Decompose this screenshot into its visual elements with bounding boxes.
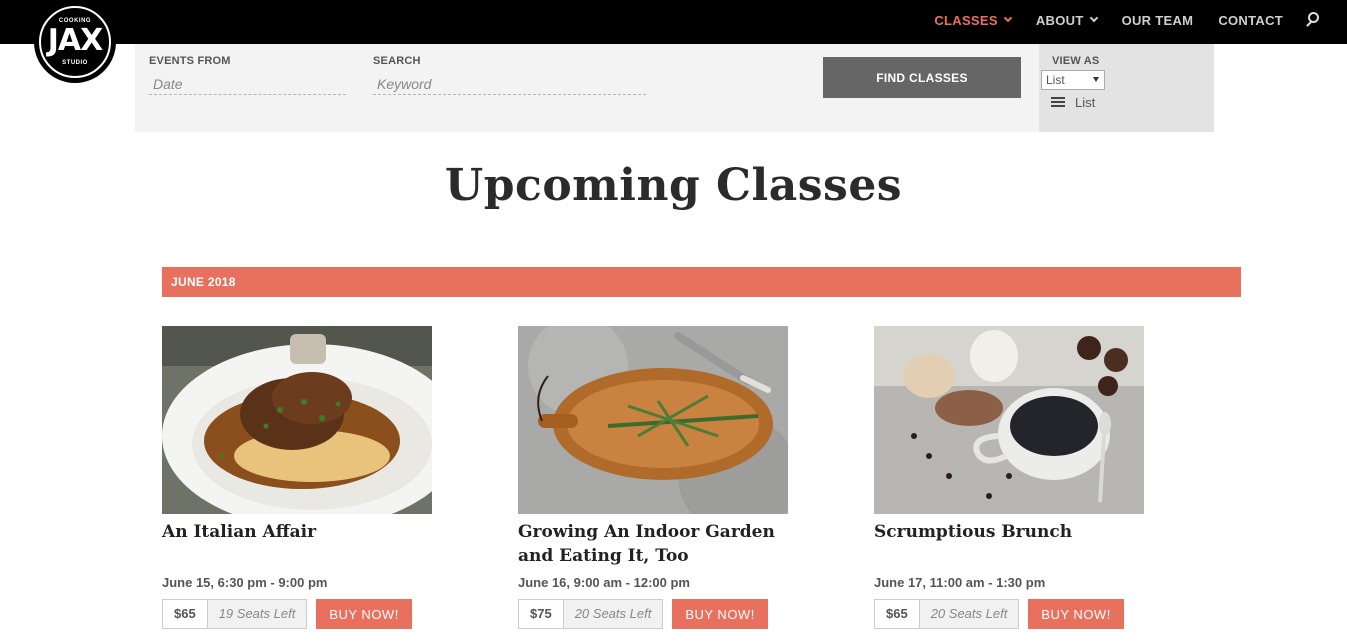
class-image-indoor-garden[interactable]: [518, 326, 788, 514]
class-card: Growing An Indoor Garden and Eating It, …: [518, 326, 798, 629]
view-select-value: List: [1046, 73, 1065, 87]
class-title[interactable]: Scrumptious Brunch: [874, 520, 1154, 544]
buy-now-button[interactable]: BUY NOW!: [1028, 599, 1124, 629]
class-card: An Italian Affair June 15, 6:30 pm - 9:0…: [162, 326, 442, 629]
date-input[interactable]: [149, 73, 346, 95]
view-as-select[interactable]: List: [1041, 70, 1105, 90]
nav-item-label: ABOUT: [1035, 12, 1084, 28]
class-card: Scrumptious Brunch June 17, 11:00 am - 1…: [874, 326, 1154, 629]
chevron-down-icon: [1003, 13, 1013, 23]
seats-left: 20 Seats Left: [563, 599, 664, 629]
class-image-italian-affair[interactable]: [162, 326, 432, 514]
nav-item-contact[interactable]: CONTACT: [1218, 13, 1283, 28]
page-title: Upcoming Classes: [444, 160, 903, 211]
search-icon[interactable]: [1305, 11, 1321, 29]
view-as-label: VIEW AS: [1052, 55, 1100, 67]
class-date: June 16, 9:00 am - 12:00 pm: [518, 575, 690, 590]
nav-item-label: CLASSES: [934, 12, 998, 28]
nav-item-our-team[interactable]: OUR TEAM: [1122, 13, 1194, 28]
nav-item-about[interactable]: ABOUT: [1035, 12, 1098, 28]
nav-item-label: OUR TEAM: [1121, 12, 1194, 28]
month-separator: JUNE 2018: [162, 267, 1241, 297]
class-image-scrumptious-brunch[interactable]: [874, 326, 1144, 514]
nav-item-classes[interactable]: CLASSES: [934, 12, 1013, 28]
class-purchase-row: $75 20 Seats Left BUY NOW!: [518, 599, 768, 629]
buy-now-button[interactable]: BUY NOW!: [672, 599, 768, 629]
view-list-label: List: [1075, 95, 1096, 110]
top-navigation-bar: CLASSES ABOUT OUR TEAM CONTACT: [0, 0, 1347, 44]
class-price: $65: [874, 599, 920, 629]
keyword-input[interactable]: [373, 73, 646, 95]
class-date: June 15, 6:30 pm - 9:00 pm: [162, 575, 328, 590]
class-title[interactable]: An Italian Affair: [162, 520, 442, 544]
seats-left: 19 Seats Left: [207, 599, 308, 629]
buy-now-button[interactable]: BUY NOW!: [316, 599, 412, 629]
seats-left: 20 Seats Left: [919, 599, 1020, 629]
events-from-label: EVENTS FROM: [149, 55, 231, 67]
logo-bottom-text: STUDIO: [62, 60, 88, 66]
search-label: SEARCH: [373, 55, 421, 67]
class-purchase-row: $65 20 Seats Left BUY NOW!: [874, 599, 1124, 629]
logo[interactable]: COOKING JAX STUDIO: [34, 1, 116, 83]
view-option-list[interactable]: List: [1051, 95, 1095, 110]
dropdown-arrow-icon: [1093, 77, 1099, 82]
class-title[interactable]: Growing An Indoor Garden and Eating It, …: [518, 520, 798, 568]
chevron-down-icon: [1089, 13, 1098, 23]
main-nav: CLASSES ABOUT OUR TEAM CONTACT: [909, 0, 1321, 40]
logo-main-text: JAX: [47, 23, 104, 58]
class-price: $75: [518, 599, 564, 629]
nav-item-label: CONTACT: [1218, 12, 1283, 28]
list-icon: [1051, 97, 1065, 108]
class-purchase-row: $65 19 Seats Left BUY NOW!: [162, 599, 412, 629]
class-price: $65: [162, 599, 208, 629]
find-classes-button[interactable]: FIND CLASSES: [823, 57, 1021, 98]
class-date: June 17, 11:00 am - 1:30 pm: [874, 575, 1046, 590]
